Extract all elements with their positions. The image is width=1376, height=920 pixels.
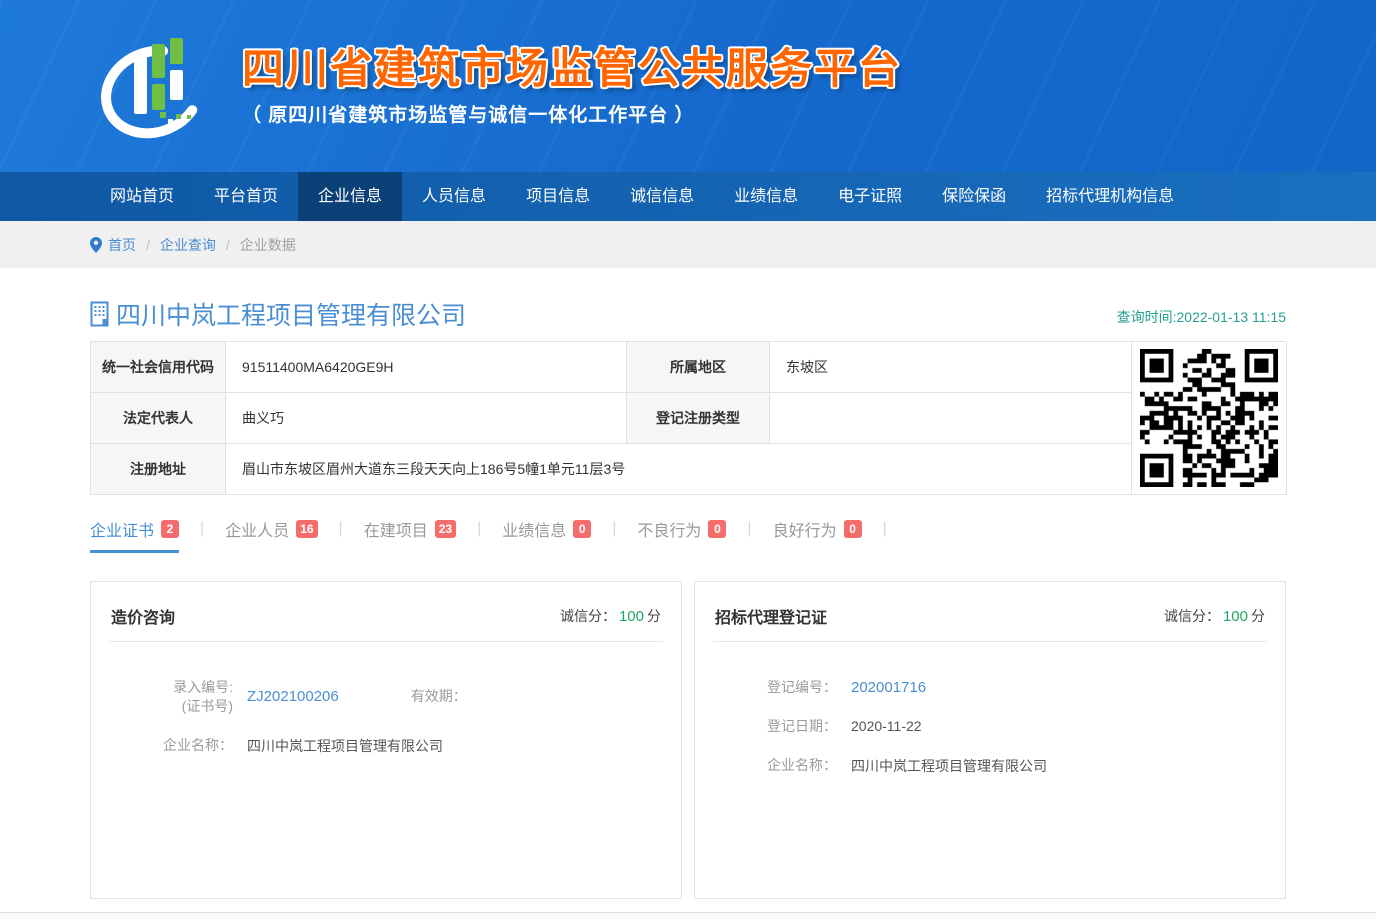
count-badge: 0 — [844, 520, 862, 538]
company-name-value: 四川中岚工程项目管理有限公司 — [247, 736, 443, 756]
site-subtitle: （ 原四川省建筑市场监管与诚信一体化工作平台 ） — [242, 100, 902, 127]
company-name-value: 四川中岚工程项目管理有限公司 — [851, 756, 1047, 776]
tab-separator: | — [200, 517, 204, 541]
nav-item-e-certificate[interactable]: 电子证照 — [818, 172, 922, 221]
entry-number-link[interactable]: ZJ202100206 — [247, 688, 339, 705]
platform-logo-icon — [90, 24, 216, 150]
tab-separator: | — [477, 517, 481, 541]
nav-item-enterprise-info[interactable]: 企业信息 — [298, 172, 402, 221]
nav-item-platform-home[interactable]: 平台首页 — [194, 172, 298, 221]
query-time: 查询时间:2022-01-13 11:15 — [1117, 307, 1286, 332]
company-name-label: 企业名称： — [137, 736, 233, 755]
breadcrumb-separator: / — [226, 237, 230, 253]
entry-number-label: 录入编号: (证书号) — [137, 678, 233, 716]
breadcrumb: 首页 / 企业查询 / 企业数据 — [0, 221, 1376, 268]
tab-performance-info[interactable]: 业绩信息 0 — [502, 517, 591, 553]
breadcrumb-enterprise-query-link[interactable]: 企业查询 — [160, 235, 216, 255]
count-badge: 2 — [161, 520, 179, 538]
company-name: 四川中岚工程项目管理有限公司 — [116, 296, 466, 332]
main-nav: 网站首页 平台首页 企业信息 人员信息 项目信息 诚信信息 业绩信息 电子证照 … — [0, 172, 1376, 221]
company-info-table: 统一社会信用代码 91511400MA6420GE9H 所属地区 东坡区 法定代… — [90, 341, 1287, 495]
count-badge: 0 — [708, 520, 726, 538]
address-value: 眉山市东坡区眉州大道东三段天天向上186号5幢1单元11层3号 — [226, 444, 1132, 495]
tab-separator: | — [339, 517, 343, 541]
tab-projects-under-construction[interactable]: 在建项目 23 — [364, 517, 456, 553]
main-content: 四川中岚工程项目管理有限公司 查询时间:2022-01-13 11:15 统一社… — [90, 296, 1286, 899]
card-bidding-agency-registration: 招标代理登记证 诚信分：100分 登记编号： 202001716 登记日期： 2… — [694, 581, 1286, 899]
qr-code-image — [1140, 349, 1278, 487]
credit-score: 诚信分：100分 — [1164, 606, 1265, 626]
table-row: 统一社会信用代码 91511400MA6420GE9H 所属地区 东坡区 — [91, 342, 1287, 393]
region-value: 东坡区 — [770, 342, 1132, 393]
nav-item-personnel-info[interactable]: 人员信息 — [402, 172, 506, 221]
nav-item-project-info[interactable]: 项目信息 — [506, 172, 610, 221]
validity-label: 有效期： — [411, 687, 467, 706]
site-header: 四川省建筑市场监管公共服务平台 （ 原四川省建筑市场监管与诚信一体化工作平台 ） — [0, 0, 1376, 172]
nav-item-credit-info[interactable]: 诚信信息 — [610, 172, 714, 221]
qr-code-cell — [1132, 342, 1287, 495]
tab-separator: | — [612, 517, 616, 541]
credit-code-value: 91511400MA6420GE9H — [226, 342, 627, 393]
address-label: 注册地址 — [91, 444, 226, 495]
tab-separator: | — [883, 517, 887, 541]
nav-item-insurance-guarantee[interactable]: 保险保函 — [922, 172, 1026, 221]
count-badge: 0 — [573, 520, 591, 538]
tab-good-behavior[interactable]: 良好行为 0 — [773, 517, 862, 553]
region-label: 所属地区 — [627, 342, 770, 393]
tab-enterprise-personnel[interactable]: 企业人员 16 — [225, 517, 317, 553]
detail-tabs: 企业证书 2 | 企业人员 16 | 在建项目 23 | 业绩信息 0 | 不良… — [90, 517, 1286, 553]
site-title: 四川省建筑市场监管公共服务平台 — [242, 47, 902, 91]
reg-type-value — [770, 393, 1132, 444]
tab-enterprise-certificates[interactable]: 企业证书 2 — [90, 517, 179, 553]
registration-number-label: 登记编号： — [741, 678, 837, 697]
count-badge: 16 — [296, 520, 317, 538]
legal-rep-value: 曲义巧 — [226, 393, 627, 444]
legal-rep-label: 法定代表人 — [91, 393, 226, 444]
breadcrumb-separator: / — [146, 237, 150, 253]
page-footer — [0, 912, 1376, 920]
table-row: 法定代表人 曲义巧 登记注册类型 — [91, 393, 1287, 444]
card-cost-consulting: 造价咨询 诚信分：100分 录入编号: (证书号) ZJ202100206 有效… — [90, 581, 682, 899]
registration-date-value: 2020-11-22 — [851, 718, 922, 734]
card-title: 造价咨询 — [111, 604, 175, 628]
tab-bad-behavior[interactable]: 不良行为 0 — [637, 517, 726, 553]
tab-separator: | — [747, 517, 751, 541]
count-badge: 23 — [435, 520, 456, 538]
nav-item-performance-info[interactable]: 业绩信息 — [714, 172, 818, 221]
location-pin-icon — [90, 237, 102, 253]
credit-code-label: 统一社会信用代码 — [91, 342, 226, 393]
registration-date-label: 登记日期： — [741, 717, 837, 736]
breadcrumb-current: 企业数据 — [240, 235, 296, 255]
company-title: 四川中岚工程项目管理有限公司 — [90, 296, 466, 332]
credit-score: 诚信分：100分 — [560, 606, 661, 626]
breadcrumb-home-link[interactable]: 首页 — [108, 235, 136, 255]
nav-item-site-home[interactable]: 网站首页 — [90, 172, 194, 221]
reg-type-label: 登记注册类型 — [627, 393, 770, 444]
building-icon — [90, 301, 112, 327]
nav-item-bidding-agency-info[interactable]: 招标代理机构信息 — [1026, 172, 1194, 221]
registration-number-link[interactable]: 202001716 — [851, 679, 926, 696]
card-title: 招标代理登记证 — [715, 604, 827, 628]
company-name-label: 企业名称： — [741, 756, 837, 775]
table-row: 注册地址 眉山市东坡区眉州大道东三段天天向上186号5幢1单元11层3号 — [91, 444, 1287, 495]
